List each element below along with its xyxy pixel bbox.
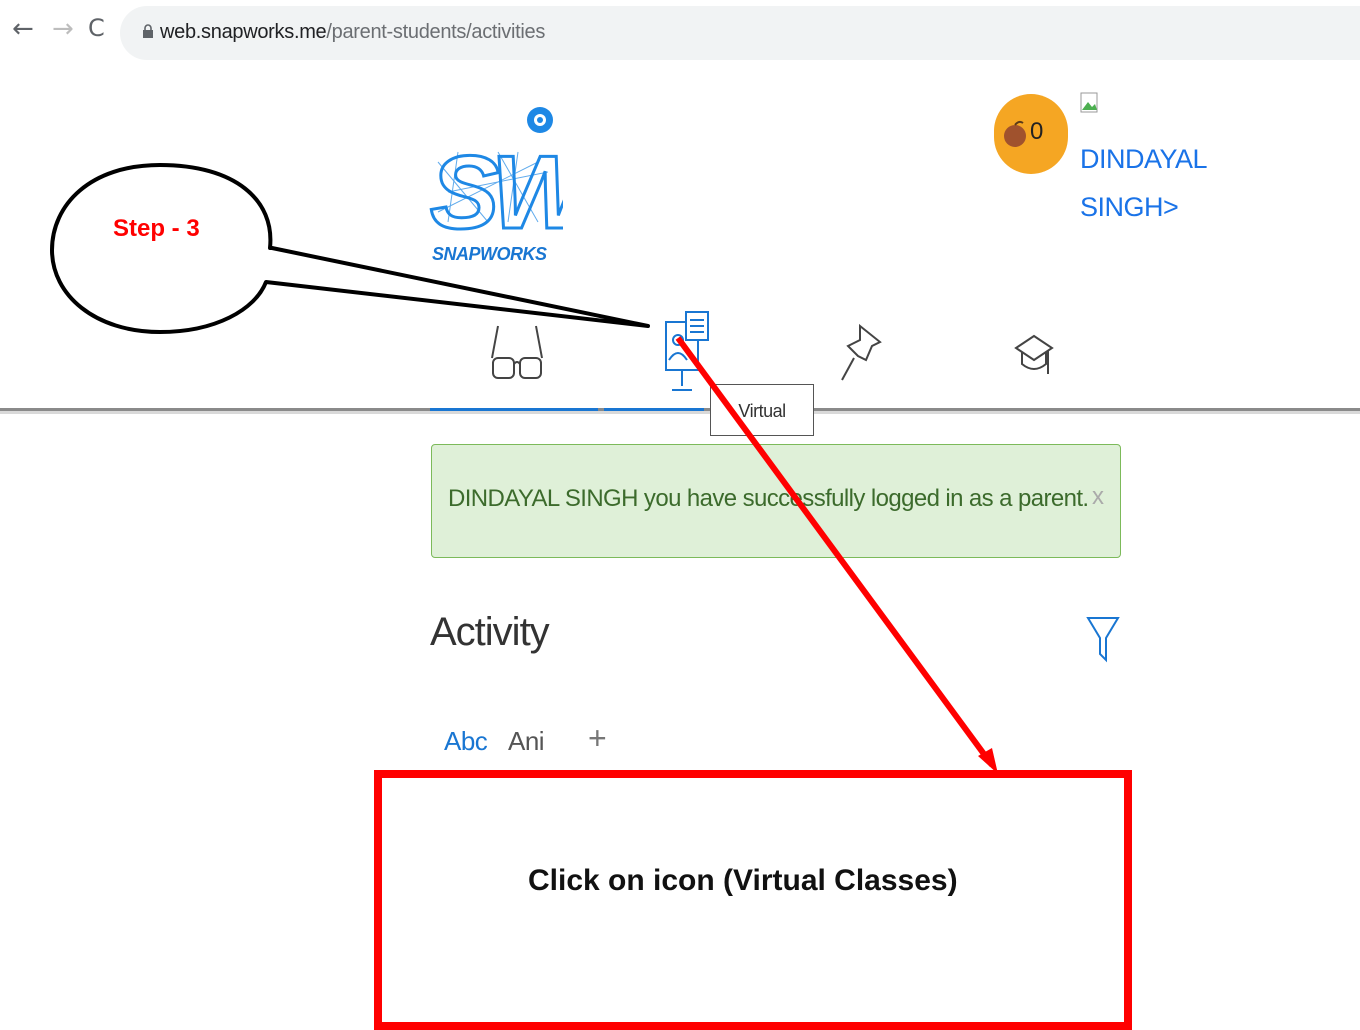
browser-toolbar: ← → C web.snapworks.me/parent-students/a…: [0, 0, 1360, 66]
apple-icon: [1004, 120, 1026, 147]
svg-text:SW: SW: [430, 135, 563, 251]
user-name-link[interactable]: DINDAYAL SINGH>: [1080, 135, 1210, 231]
virtual-classes-tooltip: Virtual Classes: [710, 384, 814, 473]
address-bar[interactable]: web.snapworks.me/parent-students/activit…: [120, 6, 1360, 60]
forward-button[interactable]: →: [52, 14, 74, 44]
url-text: web.snapworks.me/parent-students/activit…: [160, 21, 545, 44]
url-path: /parent-students/activities: [326, 21, 546, 43]
tab-underline-virtual-classes: [604, 408, 704, 411]
lock-icon: [143, 24, 153, 38]
tab-underline-activities: [430, 408, 598, 411]
step-label: Step - 3: [113, 215, 200, 242]
login-success-alert: DINDAYAL SINGH you have successfully log…: [431, 444, 1121, 558]
points-count: 0: [1030, 118, 1044, 145]
virtual-classes-icon[interactable]: [664, 310, 712, 396]
back-button[interactable]: ←: [12, 14, 34, 44]
student-tab-ani[interactable]: Ani: [508, 726, 545, 757]
points-badge[interactable]: 0: [994, 94, 1068, 174]
instruction-text: Click on icon (Virtual Classes): [528, 864, 958, 897]
instruction-callout: [374, 770, 1132, 1030]
graduation-cap-icon[interactable]: [1014, 330, 1056, 380]
page-title: Activity: [430, 610, 550, 654]
filter-icon[interactable]: [1086, 614, 1120, 664]
alert-message: DINDAYAL SINGH you have successfully log…: [448, 485, 1089, 512]
student-tab-abc[interactable]: Abc: [444, 726, 488, 757]
glasses-icon[interactable]: [490, 320, 544, 384]
alert-close-button[interactable]: x: [1092, 483, 1104, 511]
tabs-divider-shadow: [0, 411, 1360, 414]
reload-button[interactable]: C: [88, 14, 105, 42]
pin-icon[interactable]: [838, 322, 884, 384]
avatar-broken-image: [1080, 92, 1098, 113]
add-student-button[interactable]: +: [588, 720, 607, 757]
logo-wordmark: SNAPWORKS: [432, 244, 547, 264]
url-host: web.snapworks.me: [160, 21, 327, 43]
